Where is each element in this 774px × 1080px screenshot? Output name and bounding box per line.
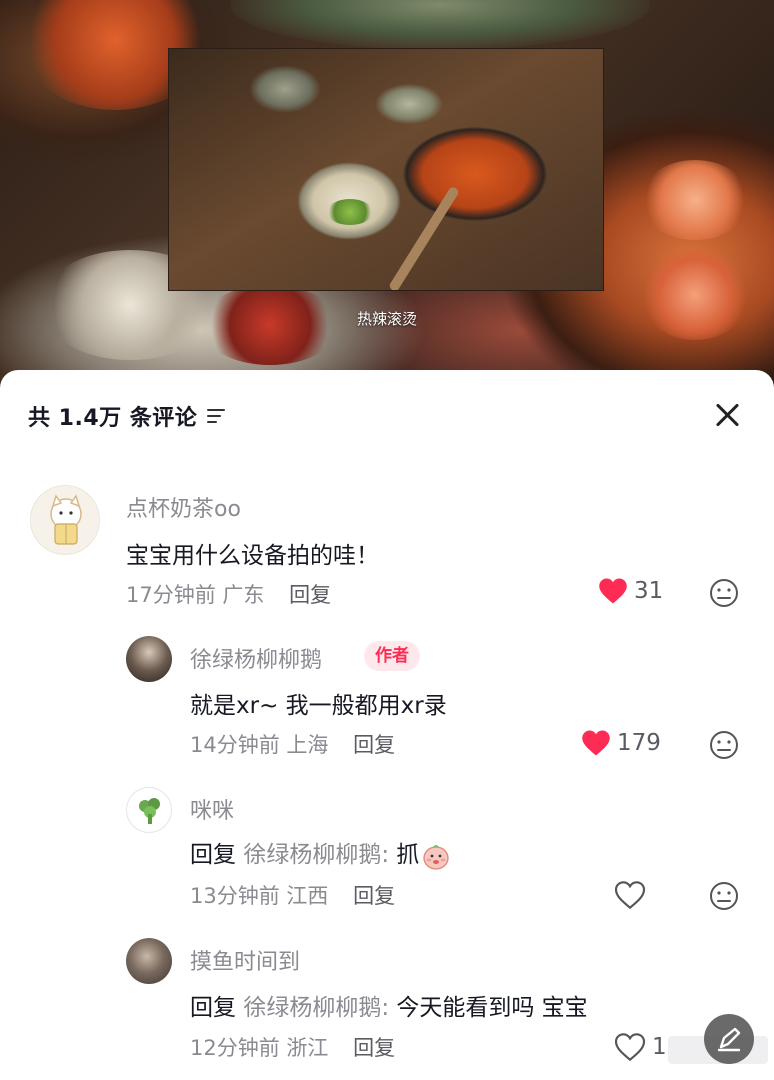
comment-meta: 14分钟前 上海 回复 xyxy=(190,729,395,759)
avatar[interactable] xyxy=(126,636,172,682)
like-button[interactable]: 179 xyxy=(581,729,661,757)
video-player[interactable]: 热辣滚烫 xyxy=(0,0,774,400)
comment-body: 今天能看到吗 宝宝 xyxy=(396,995,588,1021)
floating-action-button[interactable] xyxy=(704,1014,754,1064)
reply-button[interactable]: 回复 xyxy=(353,884,395,908)
video-caption: 热辣滚烫 xyxy=(356,310,417,328)
comment-time: 13分钟前 xyxy=(190,884,280,908)
video-bg-food xyxy=(230,0,650,50)
comment-username[interactable]: 摸鱼时间到 xyxy=(190,944,300,976)
peach-face-emoji xyxy=(421,841,451,871)
comment-username[interactable]: 咪咪 xyxy=(190,793,234,825)
like-button[interactable]: 31 xyxy=(598,577,663,605)
comment-location: 江西 xyxy=(286,884,329,908)
comment-body: 抓 xyxy=(396,842,420,868)
reply-button[interactable]: 回复 xyxy=(353,1036,395,1060)
avatar[interactable] xyxy=(30,485,100,555)
like-count: 31 xyxy=(634,578,664,604)
comments-count-title: 共 1.4万 条评论 xyxy=(28,406,198,431)
comment-meta: 17分钟前 广东 回复 xyxy=(126,579,331,609)
reply-to-username[interactable]: 徐绿杨柳柳鹅: xyxy=(243,995,389,1021)
dislike-face-icon[interactable] xyxy=(709,578,739,608)
comments-header: 共 1.4万 条评论 xyxy=(28,400,227,432)
comment-time: 14分钟前 xyxy=(190,733,280,757)
sort-icon[interactable] xyxy=(207,408,227,424)
reply-prefix: 回复 xyxy=(190,842,236,868)
comment-meta: 13分钟前 江西 回复 xyxy=(190,880,395,910)
ladle xyxy=(387,185,461,290)
comment-location: 浙江 xyxy=(286,1036,329,1060)
comment-text[interactable]: 宝宝用什么设备拍的哇！ xyxy=(126,536,379,570)
comments-sheet: 共 1.4万 条评论 点杯奶茶oo 宝宝用什么设备拍的哇！ 17分钟前 广东 回… xyxy=(0,370,774,1080)
video-bg-shrimp xyxy=(640,160,750,240)
reply-button[interactable]: 回复 xyxy=(353,733,395,757)
video-frame-inset xyxy=(168,48,604,291)
heart-outline-icon xyxy=(614,1033,646,1062)
comment-username[interactable]: 徐绿杨柳柳鹅 xyxy=(190,642,322,674)
reply-button[interactable]: 回复 xyxy=(289,583,331,607)
heart-outline-icon xyxy=(614,881,646,910)
dislike-face-icon[interactable] xyxy=(709,881,739,911)
comment-time: 17分钟前 xyxy=(126,583,216,607)
like-count: 1 xyxy=(652,1034,667,1060)
comment-location: 广东 xyxy=(222,583,265,607)
like-button[interactable]: 1 xyxy=(614,1032,667,1062)
comment-meta: 12分钟前 浙江 回复 xyxy=(190,1032,395,1062)
avatar[interactable] xyxy=(126,787,172,833)
like-count: 179 xyxy=(617,730,661,756)
comment-location: 上海 xyxy=(286,733,329,757)
comment-time: 12分钟前 xyxy=(190,1036,280,1060)
heart-icon xyxy=(582,730,610,756)
close-icon[interactable] xyxy=(712,400,742,430)
author-badge: 作者 xyxy=(364,641,420,671)
reply-prefix: 回复 xyxy=(190,995,236,1021)
like-button[interactable] xyxy=(614,880,646,910)
comment-username[interactable]: 点杯奶茶oo xyxy=(126,491,241,523)
avatar[interactable] xyxy=(126,938,172,984)
comment-text[interactable]: 回复 徐绿杨柳柳鹅: 抓 xyxy=(190,835,451,871)
comment-text[interactable]: 回复 徐绿杨柳柳鹅: 今天能看到吗 宝宝 xyxy=(190,988,588,1022)
comment-text[interactable]: 就是xr~ 我一般都用xr录 xyxy=(190,686,447,720)
heart-icon xyxy=(599,578,627,604)
dislike-face-icon[interactable] xyxy=(709,730,739,760)
vegetable-bowl xyxy=(327,199,373,225)
reply-to-username[interactable]: 徐绿杨柳柳鹅: xyxy=(243,842,389,868)
